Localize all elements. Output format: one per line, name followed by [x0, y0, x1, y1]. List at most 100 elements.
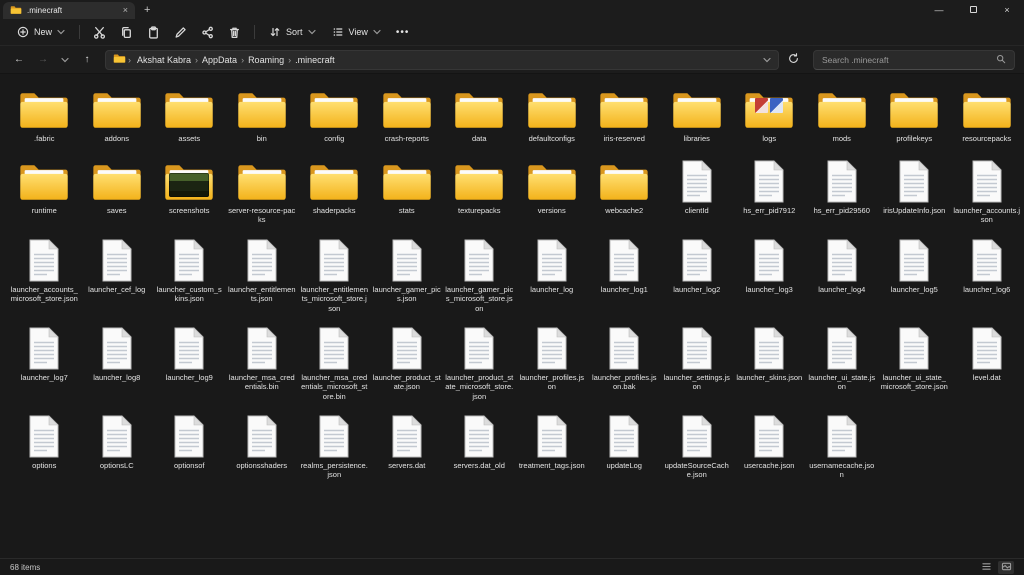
file-item[interactable]: launcher_settings.json [661, 321, 734, 409]
file-item[interactable]: optionsLC [81, 409, 154, 488]
file-item[interactable]: launcher_msa_credentials.bin [226, 321, 299, 409]
file-icon [27, 413, 61, 459]
copy-button[interactable] [114, 23, 139, 42]
maximize-button[interactable] [956, 0, 990, 19]
sort-button[interactable]: Sort [262, 23, 323, 41]
file-item[interactable]: launcher_log4 [806, 233, 879, 321]
folder-item[interactable]: bin [226, 82, 299, 154]
folder-item[interactable]: screenshots [153, 154, 226, 233]
folder-item[interactable]: mods [806, 82, 879, 154]
search-input[interactable] [822, 55, 996, 65]
file-item[interactable]: launcher_log2 [661, 233, 734, 321]
folder-item[interactable]: server-resource-packs [226, 154, 299, 233]
minimize-button[interactable]: — [922, 0, 956, 19]
file-item[interactable]: updateLog [588, 409, 661, 488]
new-button[interactable]: New [10, 23, 72, 41]
folder-item[interactable]: stats [371, 154, 444, 233]
folder-item[interactable]: defaultconfigs [516, 82, 589, 154]
explorer-tab[interactable]: .minecraft × [3, 2, 135, 19]
breadcrumb-item[interactable]: Roaming [244, 55, 288, 65]
file-item[interactable]: launcher_gamer_pics_microsoft_store.json [443, 233, 516, 321]
file-item[interactable]: launcher_profiles.json.bak [588, 321, 661, 409]
folder-item[interactable]: libraries [661, 82, 734, 154]
file-item[interactable]: servers.dat [371, 409, 444, 488]
file-item[interactable]: usernamecache.json [806, 409, 879, 488]
folder-item[interactable]: iris-reserved [588, 82, 661, 154]
folder-item[interactable]: saves [81, 154, 154, 233]
file-item[interactable]: updateSourceCache.json [661, 409, 734, 488]
large-icons-view-button[interactable] [998, 561, 1014, 574]
file-item[interactable]: level.dat [951, 321, 1024, 409]
file-item[interactable]: launcher_log9 [153, 321, 226, 409]
share-button[interactable] [195, 23, 220, 42]
file-item[interactable]: launcher_entitlements_microsoft_store.js… [298, 233, 371, 321]
file-item[interactable]: hs_err_pid7912 [733, 154, 806, 233]
file-item[interactable]: launcher_skins.json [733, 321, 806, 409]
file-item[interactable]: launcher_msa_credentials_microsoft_store… [298, 321, 371, 409]
file-item[interactable]: launcher_ui_state_microsoft_store.json [878, 321, 951, 409]
file-item[interactable]: realms_persistence.json [298, 409, 371, 488]
file-item[interactable]: launcher_profiles.json [516, 321, 589, 409]
tab-close-icon[interactable]: × [123, 6, 128, 15]
file-item[interactable]: launcher_cef_log [81, 233, 154, 321]
paste-button[interactable] [141, 23, 166, 42]
cut-button[interactable] [87, 23, 112, 42]
new-tab-button[interactable]: + [135, 2, 159, 19]
file-item[interactable]: launcher_gamer_pics.json [371, 233, 444, 321]
file-item[interactable]: servers.dat_old [443, 409, 516, 488]
folder-item[interactable]: crash-reports [371, 82, 444, 154]
file-item[interactable]: launcher_product_state.json [371, 321, 444, 409]
up-button[interactable]: ↑ [77, 54, 97, 65]
file-item[interactable]: launcher_log [516, 233, 589, 321]
file-item[interactable]: launcher_accounts.json [951, 154, 1024, 233]
file-icon [897, 237, 931, 283]
file-item[interactable]: hs_err_pid29560 [806, 154, 879, 233]
folder-item[interactable]: profilekeys [878, 82, 951, 154]
folder-item[interactable]: shaderpacks [298, 154, 371, 233]
file-item[interactable]: launcher_custom_skins.json [153, 233, 226, 321]
breadcrumb-item[interactable]: AppData [198, 55, 241, 65]
folder-item[interactable]: .fabric [8, 82, 81, 154]
delete-button[interactable] [222, 23, 247, 42]
address-bar[interactable]: › Akshat Kabra›AppData›Roaming›.minecraf… [105, 50, 779, 70]
file-item[interactable]: launcher_log8 [81, 321, 154, 409]
folder-item[interactable]: assets [153, 82, 226, 154]
folder-item[interactable]: config [298, 82, 371, 154]
folder-item[interactable]: resourcepacks [951, 82, 1024, 154]
folder-item[interactable]: versions [516, 154, 589, 233]
more-options-button[interactable]: ••• [390, 27, 416, 38]
details-view-button[interactable] [978, 561, 994, 574]
file-item[interactable]: launcher_product_state_microsoft_store.j… [443, 321, 516, 409]
rename-button[interactable] [168, 23, 193, 42]
recent-locations-button[interactable] [57, 57, 73, 63]
file-item[interactable]: launcher_log6 [951, 233, 1024, 321]
chevron-down-icon[interactable] [763, 57, 771, 63]
folder-item[interactable]: webcache2 [588, 154, 661, 233]
file-item[interactable]: launcher_ui_state.json [806, 321, 879, 409]
folder-item[interactable]: addons [81, 82, 154, 154]
file-item[interactable]: launcher_log3 [733, 233, 806, 321]
file-item[interactable]: optionsof [153, 409, 226, 488]
forward-button[interactable]: → [33, 54, 53, 65]
file-item[interactable]: treatment_tags.json [516, 409, 589, 488]
breadcrumb-item[interactable]: Akshat Kabra [133, 55, 195, 65]
folder-item[interactable]: data [443, 82, 516, 154]
file-item[interactable]: options [8, 409, 81, 488]
close-button[interactable]: × [990, 0, 1024, 19]
file-item[interactable]: launcher_entitlements.json [226, 233, 299, 321]
file-item[interactable]: launcher_log7 [8, 321, 81, 409]
folder-item[interactable]: logs [733, 82, 806, 154]
file-item[interactable]: clientId [661, 154, 734, 233]
view-button[interactable]: View [325, 23, 388, 41]
file-item[interactable]: optionsshaders [226, 409, 299, 488]
back-button[interactable]: ← [9, 54, 29, 65]
file-item[interactable]: irisUpdateInfo.json [878, 154, 951, 233]
file-item[interactable]: launcher_log5 [878, 233, 951, 321]
file-item[interactable]: usercache.json [733, 409, 806, 488]
file-item[interactable]: launcher_log1 [588, 233, 661, 321]
refresh-button[interactable] [783, 51, 803, 69]
file-item[interactable]: launcher_accounts_microsoft_store.json [8, 233, 81, 321]
breadcrumb-item[interactable]: .minecraft [291, 55, 339, 65]
folder-item[interactable]: texturepacks [443, 154, 516, 233]
folder-item[interactable]: runtime [8, 154, 81, 233]
